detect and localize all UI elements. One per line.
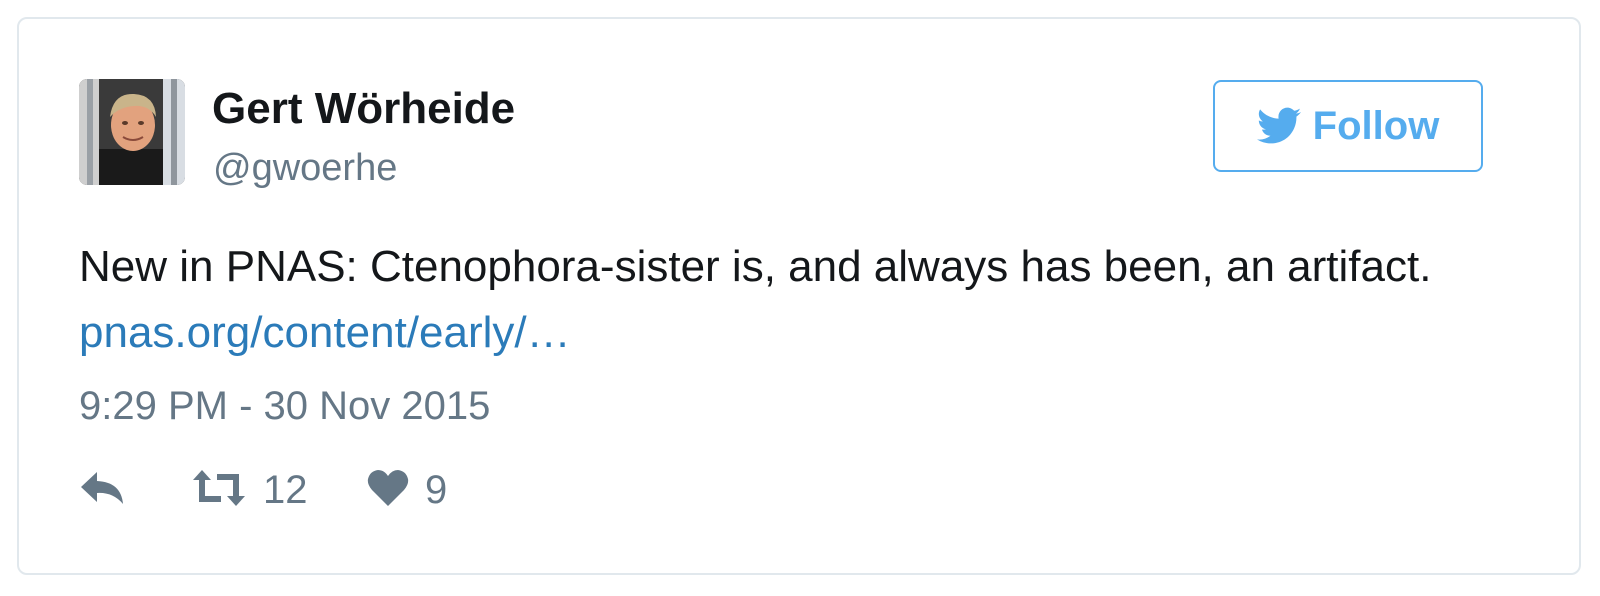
tweet-text: New in PNAS: Ctenophora-sister is, and a… (79, 234, 1519, 366)
author-avatar[interactable] (79, 79, 185, 185)
retweet-count: 12 (263, 468, 308, 512)
follow-label: Follow (1312, 103, 1440, 148)
author-handle[interactable]: @gwoerhe (213, 145, 397, 191)
tweet-card: Gert Wörheide @gwoerhe Follow New in PNA… (17, 17, 1581, 575)
retweet-icon (191, 468, 247, 513)
tweet-link[interactable]: pnas.org/content/early/… (79, 308, 571, 357)
like-button[interactable]: 9 (367, 467, 447, 513)
retweet-button[interactable]: 12 (191, 467, 367, 513)
reply-button[interactable] (79, 470, 191, 511)
tweet-timestamp[interactable]: 9:29 PM - 30 Nov 2015 (79, 381, 490, 431)
reply-icon (79, 470, 127, 511)
twitter-bird-icon (1256, 107, 1301, 145)
heart-icon (367, 469, 409, 512)
author-name[interactable]: Gert Wörheide (212, 83, 515, 135)
tweet-actions: 12 9 (79, 467, 447, 513)
tweet-text-body: New in PNAS: Ctenophora-sister is, and a… (79, 242, 1432, 291)
like-count: 9 (425, 468, 448, 512)
follow-button[interactable]: Follow (1213, 80, 1483, 172)
